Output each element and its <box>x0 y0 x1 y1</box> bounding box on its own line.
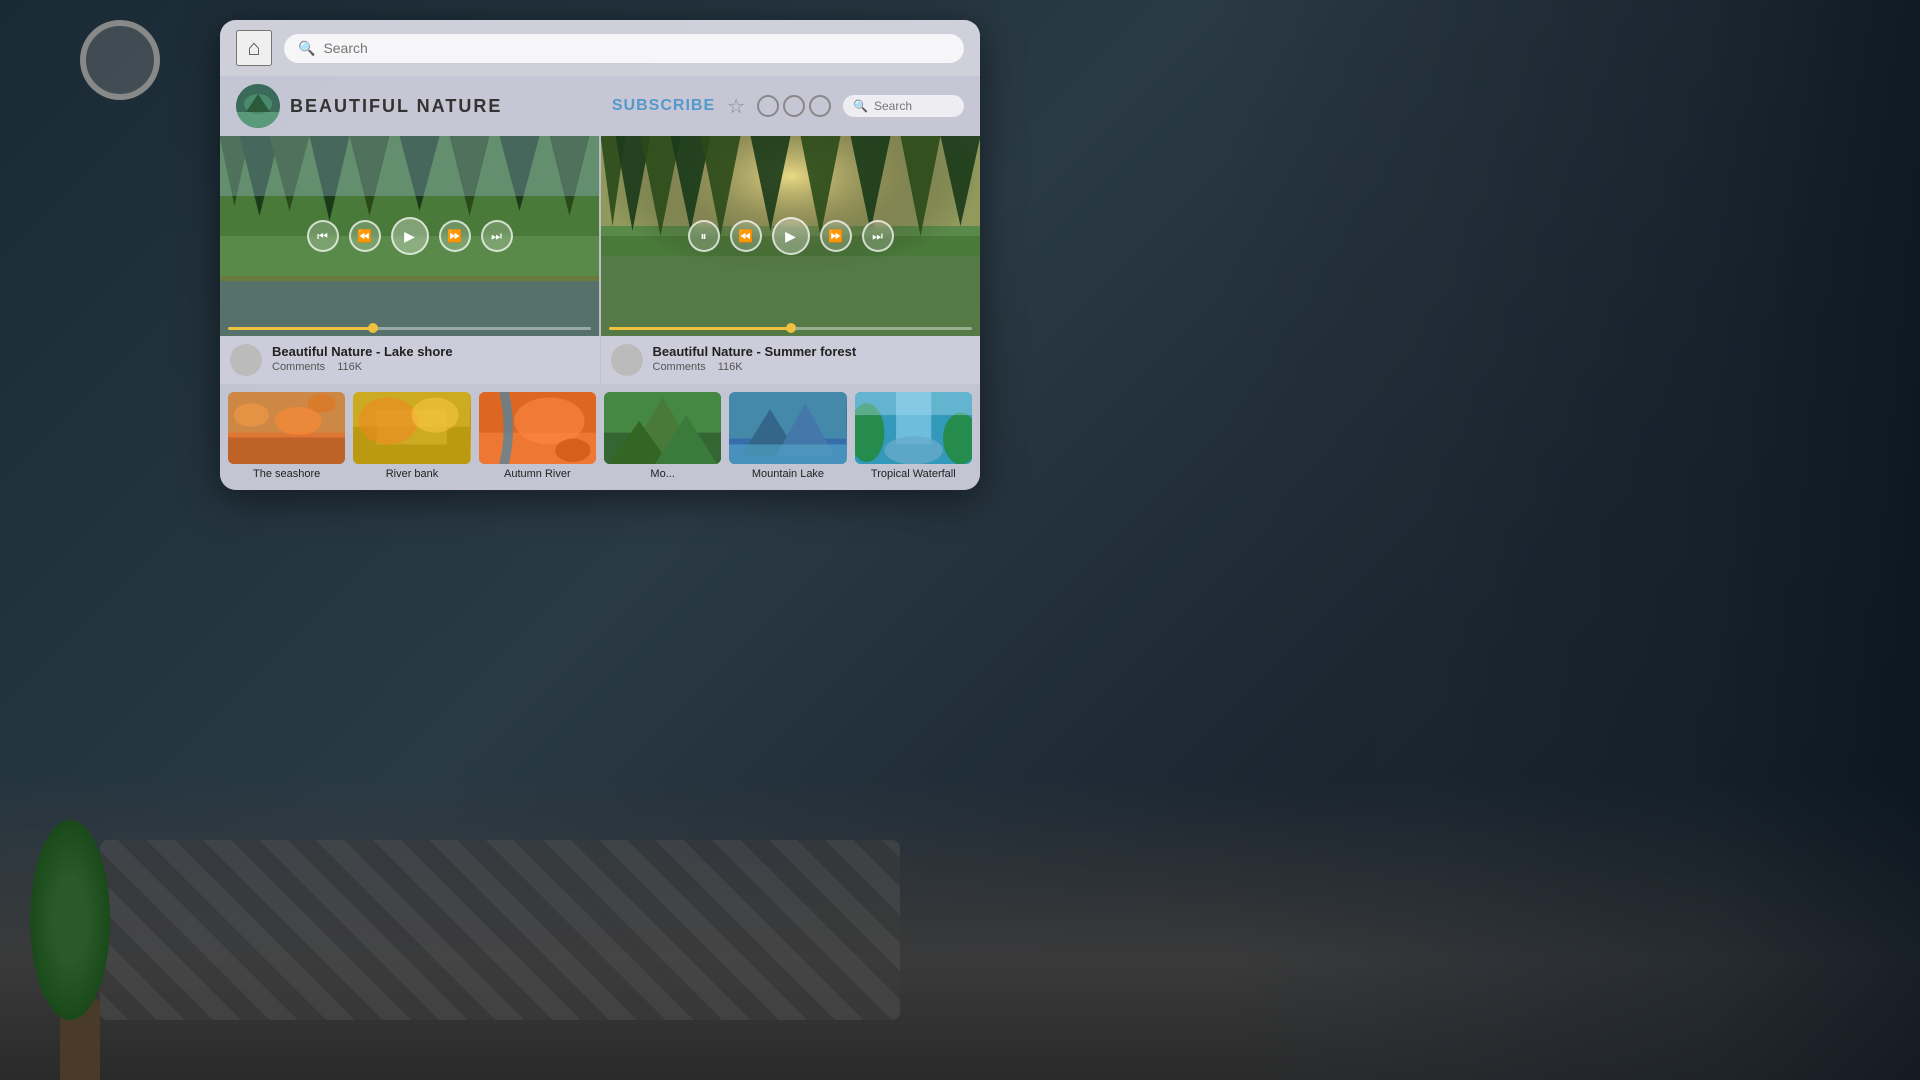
video-info-left: Beautiful Nature - Lake shore Comments 1… <box>220 336 601 384</box>
play-btn-left[interactable]: ▶ <box>391 217 429 255</box>
rewind-btn-left[interactable]: ⏪ <box>349 220 381 252</box>
thumb-label-tropical-waterfall: Tropical Waterfall <box>855 468 972 480</box>
progress-fill-right <box>609 327 791 330</box>
search-bar-container: 🔍 <box>284 34 964 63</box>
pause-btn-right[interactable]: ⏸ <box>688 220 720 252</box>
more-btn-2[interactable] <box>783 95 805 117</box>
thumbnails-row: The seashore River bank <box>220 384 980 490</box>
play-btn-right[interactable]: ▶ <box>772 217 810 255</box>
star-button[interactable]: ☆ <box>727 94 745 119</box>
progress-thumb-right[interactable] <box>786 323 796 333</box>
views-left: 116K <box>337 361 362 373</box>
channel-avatar <box>236 84 280 128</box>
more-btn-3[interactable] <box>809 95 831 117</box>
ff-btn-right[interactable]: ⏭ <box>862 220 894 252</box>
channel-name: BEAUTIFUL NATURE <box>290 96 600 117</box>
secondary-search-input[interactable] <box>874 99 954 113</box>
video-stats-left: Comments 116K <box>272 361 590 373</box>
comments-label-right: Comments <box>653 361 706 373</box>
views-right: 116K <box>718 361 743 373</box>
plant-decoration <box>20 780 140 1080</box>
vr-panel: ⌂ 🔍 BEAUTIFUL NATURE SUBSCRIBE ☆ <box>220 20 980 490</box>
thumb-img-lake <box>729 392 846 464</box>
subscribe-button[interactable]: SUBSCRIBE <box>612 97 715 115</box>
progress-fill-left <box>228 327 373 330</box>
rewind-btn-right[interactable]: ⏪ <box>730 220 762 252</box>
floor-carpet <box>100 840 900 1020</box>
thumb-mountain-lake[interactable]: Mountain Lake <box>729 392 846 480</box>
progress-track-right <box>609 327 972 330</box>
search-icon: 🔍 <box>298 40 315 57</box>
progress-thumb-left[interactable] <box>368 323 378 333</box>
fast-forward-btn-left[interactable]: ⏩ <box>439 220 471 252</box>
home-button[interactable]: ⌂ <box>236 30 272 66</box>
search-input[interactable] <box>323 40 950 56</box>
wall-clock <box>80 20 160 100</box>
video-avatar-right <box>611 344 643 376</box>
thumb-label-mountain: Mo... <box>604 468 721 480</box>
person-area <box>1220 0 1920 1080</box>
thumb-seashore[interactable]: The seashore <box>228 392 345 480</box>
video-info-row: Beautiful Nature - Lake shore Comments 1… <box>220 336 980 384</box>
video-meta-right: Beautiful Nature - Summer forest Comment… <box>653 344 971 373</box>
secondary-search-icon: 🔍 <box>853 99 868 113</box>
thumb-label-seashore: The seashore <box>228 468 345 480</box>
thumb-label-autumn-river: Autumn River <box>479 468 596 480</box>
progress-bar-right[interactable] <box>601 327 980 336</box>
thumb-img-waterfall <box>855 392 972 464</box>
video-stats-right: Comments 116K <box>653 361 971 373</box>
thumb-img-riverbank <box>353 392 470 464</box>
thumb-img-seashore <box>228 392 345 464</box>
top-bar: ⌂ 🔍 <box>220 20 980 76</box>
video-player-right[interactable]: ⏸ ⏪ ▶ ⏩ ⏭ <box>601 136 980 336</box>
thumb-riverbank[interactable]: River bank <box>353 392 470 480</box>
thumb-img-autumn <box>479 392 596 464</box>
skip-back-btn-left[interactable]: ⏮ <box>307 220 339 252</box>
video-player-left[interactable]: ⏮ ⏪ ▶ ⏩ ⏭ <box>220 136 599 336</box>
video-meta-left: Beautiful Nature - Lake shore Comments 1… <box>272 344 590 373</box>
thumb-mountain[interactable]: Mo... <box>604 392 721 480</box>
player-controls-left: ⏮ ⏪ ▶ ⏩ ⏭ <box>307 217 513 255</box>
progress-track-left <box>228 327 591 330</box>
more-btn-1[interactable] <box>757 95 779 117</box>
more-options <box>757 95 831 117</box>
channel-info: BEAUTIFUL NATURE <box>236 84 600 128</box>
thumb-label-mountain-lake: Mountain Lake <box>729 468 846 480</box>
video-avatar-left <box>230 344 262 376</box>
thumb-img-mountain <box>604 392 721 464</box>
thumb-tropical-waterfall[interactable]: Tropical Waterfall <box>855 392 972 480</box>
skip-forward-btn-left[interactable]: ⏭ <box>481 220 513 252</box>
channel-header: BEAUTIFUL NATURE SUBSCRIBE ☆ 🔍 <box>220 76 980 136</box>
video-title-right: Beautiful Nature - Summer forest <box>653 344 971 359</box>
forward-btn-right[interactable]: ⏩ <box>820 220 852 252</box>
comments-label-left: Comments <box>272 361 325 373</box>
videos-row: ⏮ ⏪ ▶ ⏩ ⏭ <box>220 136 980 336</box>
player-controls-right: ⏸ ⏪ ▶ ⏩ ⏭ <box>688 217 894 255</box>
thumb-autumn-river[interactable]: Autumn River <box>479 392 596 480</box>
progress-bar-left[interactable] <box>220 327 599 336</box>
secondary-search-container: 🔍 <box>843 95 964 117</box>
thumb-label-riverbank: River bank <box>353 468 470 480</box>
video-title-left: Beautiful Nature - Lake shore <box>272 344 590 359</box>
video-info-right: Beautiful Nature - Summer forest Comment… <box>601 336 981 384</box>
home-icon: ⌂ <box>247 35 260 61</box>
